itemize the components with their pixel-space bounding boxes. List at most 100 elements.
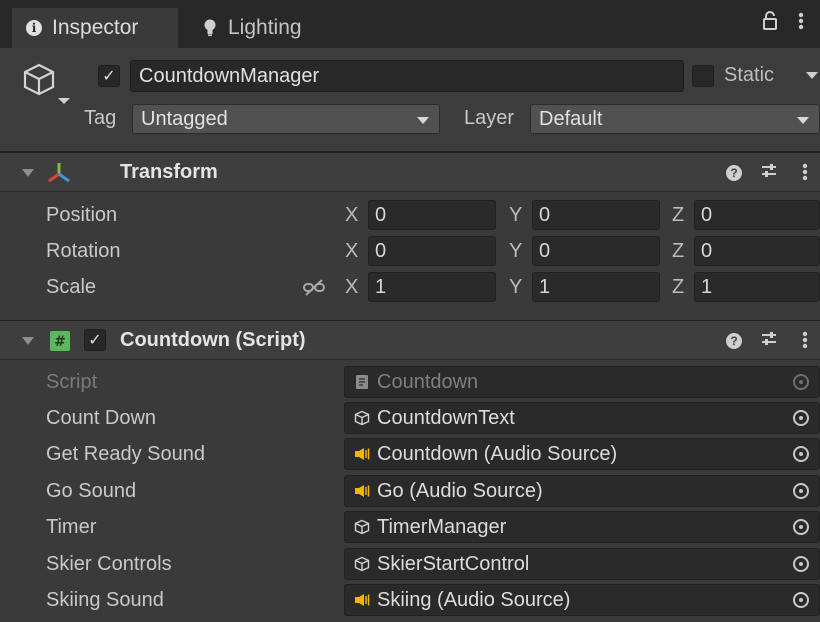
lock-icon[interactable] bbox=[762, 10, 778, 38]
tab-bar: i Inspector Lighting bbox=[0, 0, 820, 48]
object-picker-icon[interactable] bbox=[793, 519, 809, 535]
gameobject-name-value: CountdownManager bbox=[139, 64, 320, 87]
scale-y-axis-label[interactable]: Y bbox=[509, 276, 522, 299]
position-y-axis-label[interactable]: Y bbox=[509, 204, 522, 227]
object-picker-icon[interactable] bbox=[793, 446, 809, 462]
svg-text:#: # bbox=[54, 334, 66, 350]
gameobject-active-checkbox[interactable]: ✓ bbox=[98, 65, 120, 87]
object-picker-icon[interactable] bbox=[793, 410, 809, 426]
countdown-script-title: Countdown (Script) bbox=[120, 329, 306, 351]
count-down-field[interactable]: CountdownText bbox=[344, 402, 820, 434]
rotation-z-axis-label[interactable]: Z bbox=[672, 240, 684, 263]
countdown-script-header[interactable]: # ✓ Countdown (Script) ? bbox=[0, 320, 820, 360]
tag-value: Untagged bbox=[141, 107, 228, 130]
go-sound-field[interactable]: Go (Audio Source) bbox=[344, 475, 820, 507]
presets-icon[interactable] bbox=[760, 330, 778, 353]
audio-source-icon bbox=[353, 482, 371, 500]
go-sound-label: Go Sound bbox=[46, 480, 137, 502]
position-y-value: 0 bbox=[539, 203, 551, 226]
layer-dropdown[interactable]: Default bbox=[530, 104, 820, 134]
tab-inspector-label: Inspector bbox=[52, 16, 139, 39]
gameobject-icon bbox=[353, 409, 371, 427]
script-enabled-checkbox[interactable]: ✓ bbox=[84, 329, 106, 351]
transform-icon bbox=[46, 161, 72, 191]
script-field: Countdown bbox=[344, 366, 820, 398]
tab-inspector[interactable]: i Inspector bbox=[12, 8, 178, 48]
rotation-y-axis-label[interactable]: Y bbox=[509, 240, 522, 263]
scale-x-value: 1 bbox=[375, 275, 387, 298]
position-x-field[interactable]: 0 bbox=[368, 200, 496, 230]
scale-label: Scale bbox=[46, 276, 97, 298]
foldout-arrow-icon[interactable] bbox=[22, 169, 34, 177]
rotation-y-field[interactable]: 0 bbox=[532, 236, 660, 266]
static-checkbox[interactable] bbox=[692, 65, 714, 87]
position-z-axis-label[interactable]: Z bbox=[672, 204, 684, 227]
skiing-sound-label: Skiing Sound bbox=[46, 589, 164, 611]
icon-dropdown-arrow-icon[interactable] bbox=[58, 98, 70, 104]
chevron-down-icon bbox=[417, 117, 429, 124]
skier-controls-label: Skier Controls bbox=[46, 553, 172, 575]
foldout-arrow-icon[interactable] bbox=[22, 337, 34, 345]
tab-lighting[interactable]: Lighting bbox=[188, 8, 338, 48]
go-sound-value: Go (Audio Source) bbox=[377, 479, 543, 502]
presets-icon[interactable] bbox=[760, 162, 778, 185]
rotation-z-field[interactable]: 0 bbox=[694, 236, 820, 266]
rotation-x-axis-label[interactable]: X bbox=[345, 240, 358, 263]
component-menu-icon[interactable] bbox=[802, 162, 808, 187]
gameobject-cube-icon[interactable] bbox=[22, 62, 56, 102]
object-picker-icon[interactable] bbox=[793, 483, 809, 499]
gameobject-name-field[interactable]: CountdownManager bbox=[130, 60, 684, 92]
rotation-x-value: 0 bbox=[375, 239, 387, 262]
component-menu-icon[interactable] bbox=[802, 330, 808, 355]
constrain-proportions-link-icon[interactable] bbox=[302, 279, 326, 303]
tag-dropdown[interactable]: Untagged bbox=[132, 104, 440, 134]
object-picker-icon[interactable] bbox=[793, 592, 809, 608]
gameobject-icon bbox=[353, 518, 371, 536]
scale-x-field[interactable]: 1 bbox=[368, 272, 496, 302]
object-picker-icon bbox=[793, 374, 809, 390]
audio-source-icon bbox=[353, 445, 371, 463]
layer-label: Layer bbox=[464, 107, 515, 129]
tag-label: Tag bbox=[84, 107, 117, 129]
lightbulb-icon bbox=[202, 19, 218, 36]
static-dropdown-arrow-icon[interactable] bbox=[806, 72, 818, 79]
scale-z-value: 1 bbox=[701, 275, 713, 298]
get-ready-sound-field[interactable]: Countdown (Audio Source) bbox=[344, 438, 820, 470]
help-icon[interactable]: ? bbox=[726, 333, 742, 349]
transform-title: Transform bbox=[120, 161, 218, 183]
skiing-sound-value: Skiing (Audio Source) bbox=[377, 588, 571, 611]
scale-y-value: 1 bbox=[539, 275, 551, 298]
transform-header[interactable]: Transform ? bbox=[0, 152, 820, 192]
scale-x-axis-label[interactable]: X bbox=[345, 276, 358, 299]
chevron-down-icon bbox=[797, 117, 809, 124]
static-label: Static bbox=[724, 64, 775, 86]
tab-lighting-label: Lighting bbox=[228, 16, 302, 39]
get-ready-sound-label: Get Ready Sound bbox=[46, 443, 205, 465]
info-icon: i bbox=[26, 20, 42, 36]
rotation-x-field[interactable]: 0 bbox=[368, 236, 496, 266]
position-x-value: 0 bbox=[375, 203, 387, 226]
skier-controls-field[interactable]: SkierStartControl bbox=[344, 548, 820, 580]
gameobject-icon bbox=[353, 555, 371, 573]
inspector-panel: i Inspector Lighting ✓ CountdownManager … bbox=[0, 0, 820, 622]
object-picker-icon[interactable] bbox=[793, 556, 809, 572]
script-file-icon bbox=[353, 373, 371, 391]
tab-menu-icon[interactable] bbox=[798, 10, 804, 38]
rotation-z-value: 0 bbox=[701, 239, 713, 262]
position-y-field[interactable]: 0 bbox=[532, 200, 660, 230]
count-down-label: Count Down bbox=[46, 407, 157, 429]
scale-z-axis-label[interactable]: Z bbox=[672, 276, 684, 299]
skiing-sound-field[interactable]: Skiing (Audio Source) bbox=[344, 584, 820, 616]
timer-label: Timer bbox=[46, 516, 97, 538]
position-z-field[interactable]: 0 bbox=[694, 200, 820, 230]
scale-y-field[interactable]: 1 bbox=[532, 272, 660, 302]
rotation-y-value: 0 bbox=[539, 239, 551, 262]
get-ready-sound-value: Countdown (Audio Source) bbox=[377, 442, 618, 465]
audio-source-icon bbox=[353, 591, 371, 609]
timer-field[interactable]: TimerManager bbox=[344, 511, 820, 543]
help-icon[interactable]: ? bbox=[726, 165, 742, 181]
script-field-label: Script bbox=[46, 371, 98, 393]
count-down-value: CountdownText bbox=[377, 406, 515, 429]
scale-z-field[interactable]: 1 bbox=[694, 272, 820, 302]
position-x-axis-label[interactable]: X bbox=[345, 204, 358, 227]
